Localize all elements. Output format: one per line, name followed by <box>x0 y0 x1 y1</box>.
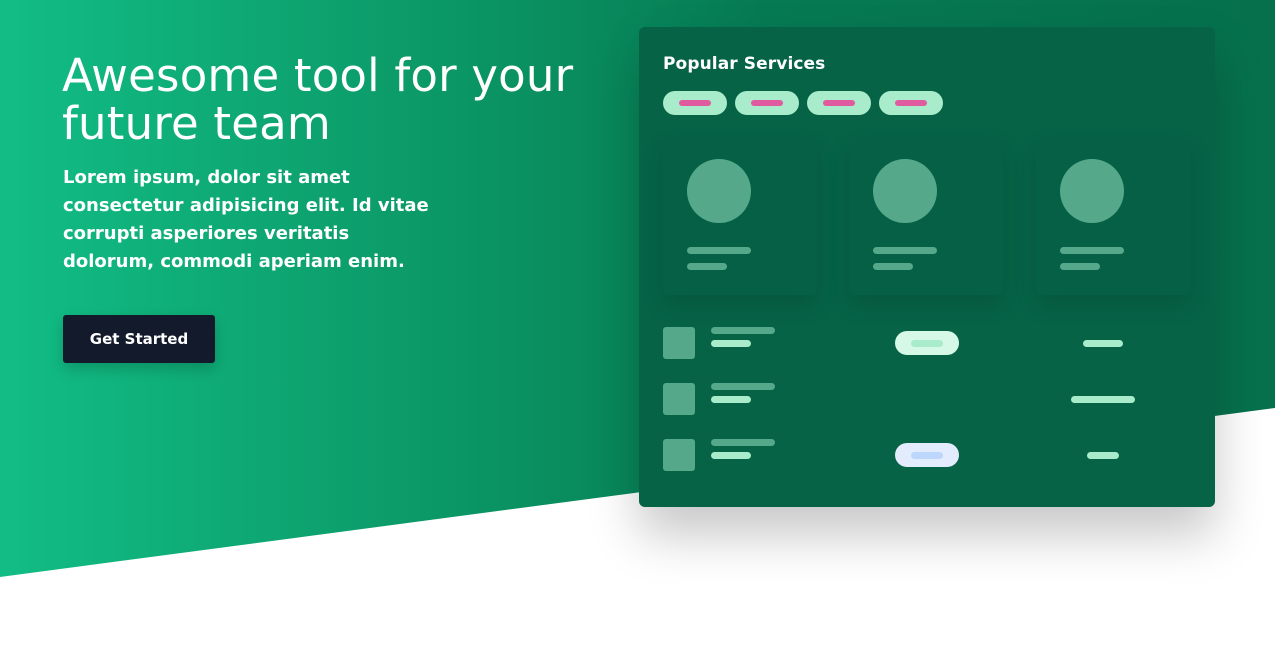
dashboard-title: Popular Services <box>663 54 826 74</box>
status-badge <box>895 443 959 467</box>
text-placeholder <box>711 340 751 347</box>
chip-placeholder <box>751 100 783 106</box>
text-placeholder <box>1060 263 1100 270</box>
value-placeholder <box>1071 396 1135 403</box>
filter-chip[interactable] <box>663 91 727 115</box>
status-badge <box>895 331 959 355</box>
list-row[interactable] <box>663 327 1191 361</box>
text-placeholder <box>711 327 775 334</box>
chip-placeholder <box>679 100 711 106</box>
hero-description: Lorem ipsum, dolor sit amet consectetur … <box>63 167 429 272</box>
thumbnail-placeholder <box>663 327 695 359</box>
avatar-placeholder <box>687 159 751 223</box>
text-placeholder <box>687 263 727 270</box>
text-placeholder <box>711 452 751 459</box>
text-placeholder <box>711 383 775 390</box>
text-placeholder <box>1060 247 1124 254</box>
thumbnail-placeholder <box>663 439 695 471</box>
filter-chip[interactable] <box>879 91 943 115</box>
dashboard-preview-card: Popular Services <box>639 27 1215 507</box>
filter-chip[interactable] <box>735 91 799 115</box>
list-row[interactable] <box>663 383 1191 417</box>
service-card[interactable] <box>663 139 817 295</box>
text-placeholder <box>687 247 751 254</box>
value-placeholder <box>1087 452 1119 459</box>
text-placeholder <box>711 439 775 446</box>
chip-placeholder <box>895 100 927 106</box>
service-card[interactable] <box>1036 139 1190 295</box>
filter-chip[interactable] <box>807 91 871 115</box>
get-started-button[interactable]: Get Started <box>63 315 215 363</box>
text-placeholder <box>873 247 937 254</box>
list-row[interactable] <box>663 439 1191 473</box>
text-placeholder <box>711 396 751 403</box>
text-placeholder <box>873 263 913 270</box>
thumbnail-placeholder <box>663 383 695 415</box>
avatar-placeholder <box>873 159 937 223</box>
value-placeholder <box>1083 340 1123 347</box>
service-card[interactable] <box>849 139 1003 295</box>
hero-title: Awesome tool for your future team <box>62 49 574 150</box>
avatar-placeholder <box>1060 159 1124 223</box>
chip-placeholder <box>823 100 855 106</box>
